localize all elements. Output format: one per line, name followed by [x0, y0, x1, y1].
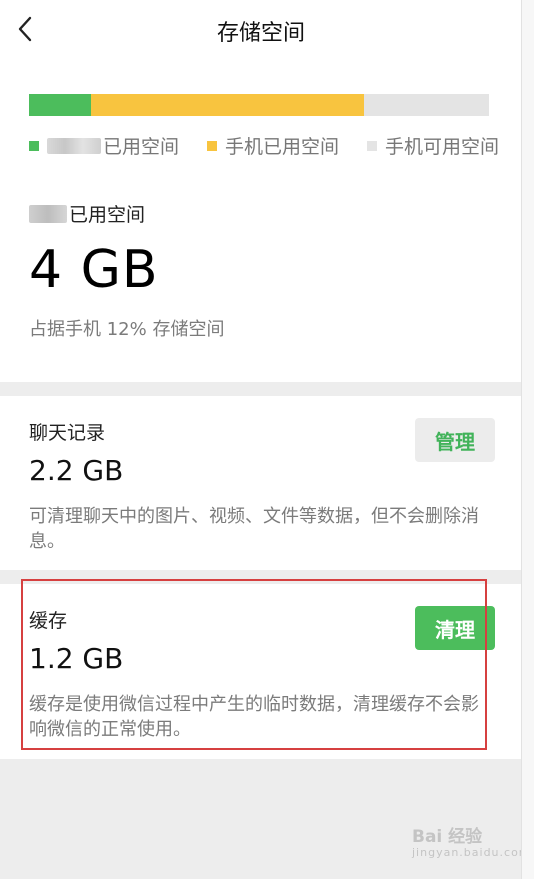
cache-description: 缓存是使用微信过程中产生的临时数据，清理缓存不会影响微信的正常使用。 — [29, 694, 479, 740]
app-used-label-text: 已用空间 — [69, 204, 146, 226]
bar-segment-phone-used — [91, 94, 364, 116]
legend-label: 已用空间 — [103, 136, 180, 158]
chat-history-size: 2.2 GB — [29, 454, 124, 487]
storage-screen: 存储空间 已用空间 手机已用空间 手机可用空间 已用空间 4 GB 占据手机 1… — [0, 0, 530, 879]
cache-size: 1.2 GB — [29, 642, 124, 675]
chat-history-label: 聊天记录 — [29, 422, 106, 444]
legend-item-phone-free: 手机可用空间 — [366, 132, 499, 159]
chat-history-description: 可清理聊天中的图片、视频、文件等数据，但不会删除消息。 — [29, 506, 479, 552]
watermark-logo: Bai 经验 — [412, 827, 483, 847]
legend-label: 手机可用空间 — [384, 136, 499, 158]
app-used-description: 占据手机 12% 存储空间 — [29, 319, 225, 340]
cache-card: 缓存 1.2 GB 缓存是使用微信过程中产生的临时数据，清理缓存不会影响微信的正… — [0, 584, 522, 759]
app-used-label: 已用空间 — [29, 200, 145, 227]
clear-cache-button[interactable]: 清理 — [415, 606, 495, 650]
cache-label: 缓存 — [29, 610, 68, 632]
legend-item-phone-used: 手机已用空间 — [206, 132, 339, 159]
blurred-app-name — [47, 137, 101, 154]
storage-usage-bar — [29, 94, 489, 116]
storage-summary: 已用空间 手机已用空间 手机可用空间 已用空间 4 GB 占据手机 12% 存储… — [0, 60, 522, 382]
storage-legend: 已用空间 手机已用空间 手机可用空间 — [29, 132, 499, 159]
legend-dot-gray-icon — [366, 140, 377, 151]
app-used-value: 4 GB — [29, 240, 159, 300]
legend-item-wechat-used: 已用空间 — [29, 132, 179, 159]
chat-history-card: 聊天记录 2.2 GB 可清理聊天中的图片、视频、文件等数据，但不会删除消息。 … — [0, 396, 522, 570]
right-edge-strip — [521, 0, 534, 879]
bar-segment-wechat-used — [29, 94, 91, 116]
watermark-url: jingyan.baidu.com — [412, 846, 531, 859]
nav-header: 存储空间 — [0, 0, 522, 60]
page-title: 存储空间 — [216, 21, 305, 46]
blurred-app-name — [29, 204, 67, 223]
legend-dot-yellow-icon — [206, 140, 217, 151]
legend-label: 手机已用空间 — [224, 136, 339, 158]
legend-dot-green-icon — [29, 140, 39, 151]
manage-button[interactable]: 管理 — [415, 418, 495, 462]
